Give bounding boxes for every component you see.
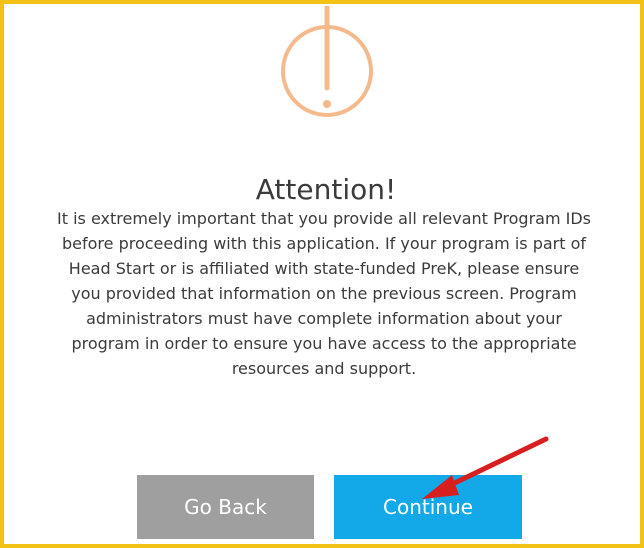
exclamation-mark-dot [323, 100, 331, 108]
annotation-arrowhead [422, 475, 459, 499]
exclamation-circle-icon [281, 6, 373, 117]
message-line: administrators must have complete inform… [86, 309, 562, 328]
dialog-message: It is extremely important that you provi… [4, 206, 644, 381]
annotation-arrow-icon [422, 436, 549, 499]
message-line: Head Start or is affiliated with state-f… [68, 259, 580, 278]
dialog-title: Attention! [255, 173, 397, 206]
message-line: program in order to ensure you have acce… [71, 334, 577, 353]
annotation-arrow-shaft [437, 436, 549, 493]
go-back-button[interactable]: Go Back [137, 475, 314, 539]
message-line: resources and support. [231, 359, 417, 378]
attention-dialog: Attention! It is extremely important tha… [0, 0, 644, 548]
message-line: you provided that information on the pre… [71, 284, 577, 303]
message-line: before proceeding with this application.… [61, 234, 587, 253]
message-line: It is extremely important that you provi… [57, 209, 591, 228]
